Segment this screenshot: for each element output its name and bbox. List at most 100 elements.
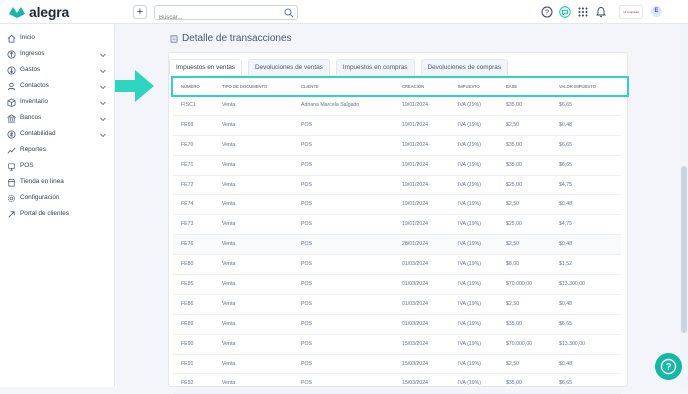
column-header[interactable]: CLIENTE: [301, 78, 319, 96]
search-input[interactable]: [155, 11, 275, 25]
sidebar-item-tienda[interactable]: Tienda en línea: [0, 176, 115, 190]
sidebar-item-label: Bancos: [20, 114, 42, 121]
cell-numero[interactable]: FE91: [181, 355, 193, 375]
cell-numero[interactable]: FE73: [181, 215, 193, 235]
column-header[interactable]: VALOR IMPUESTO: [559, 78, 596, 96]
table-row[interactable]: FISC1 Venta Adriana Marcela Salgado 19/01/2…: [173, 96, 621, 116]
cell-numero[interactable]: FISC1: [181, 96, 196, 116]
cell-numero[interactable]: FE92: [181, 374, 193, 394]
column-header[interactable]: BASE: [506, 78, 517, 96]
scrollbar-thumb[interactable]: [681, 166, 687, 333]
table-row[interactable]: FE73 Venta POS 19/01/2024 IVA (19%) $25,00 $4,…: [173, 215, 621, 236]
cell-impuesto: IVA (19%): [458, 300, 481, 307]
cell-cliente: POS: [301, 380, 312, 387]
bank-icon: [7, 114, 16, 123]
app-name: alegra: [29, 4, 70, 20]
column-header[interactable]: IMPUESTO: [458, 78, 480, 96]
cell-numero[interactable]: FE69: [181, 116, 193, 136]
page-scrollbar[interactable]: [680, 24, 688, 387]
document-icon: [170, 34, 178, 43]
cell-valor: $0,48: [559, 121, 572, 128]
tab-impuestos-ventas[interactable]: Impuestos en ventas: [169, 59, 242, 75]
table-row[interactable]: FE86 Venta POS 01/03/2024 IVA (19%) $2,50 $0,4…: [173, 295, 621, 315]
apps-grid-icon[interactable]: [577, 6, 589, 18]
cell-numero[interactable]: FE71: [181, 156, 193, 176]
bell-icon[interactable]: [595, 6, 607, 18]
table-row[interactable]: FE76 Venta POS 28/01/2024 IVA (19%) $2,50 $0,4…: [173, 235, 621, 256]
cell-valor: $0,48: [559, 201, 572, 208]
app-logo[interactable]: alegra: [8, 4, 69, 20]
table-row[interactable]: FE72 Venta POS 19/01/2024 IVA (19%) $25,00 $4,…: [173, 176, 621, 196]
cell-impuesto: IVA (19%): [458, 201, 481, 208]
sidebar-item-configuracion[interactable]: Configuración: [0, 192, 115, 206]
tab-impuestos-compras[interactable]: Impuestos en compras: [335, 59, 415, 75]
search-icon[interactable]: [284, 8, 294, 18]
table-row[interactable]: FE70 Venta POS 19/01/2024 IVA (19%) $35,00 $6,…: [173, 136, 621, 156]
cell-numero[interactable]: FE76: [181, 235, 193, 255]
alegra-logo-icon: [9, 7, 25, 18]
cell-numero[interactable]: FE70: [181, 136, 193, 156]
cell-base: $2,50: [506, 360, 519, 367]
cell-base: $25,00: [506, 181, 522, 188]
sidebar-item-label: POS: [20, 162, 34, 169]
cell-numero[interactable]: FE85: [181, 275, 193, 295]
help-circle-icon[interactable]: ?: [541, 6, 553, 18]
cell-impuesto: IVA (19%): [458, 241, 481, 248]
sidebar-item-inventario[interactable]: Inventario: [0, 96, 115, 110]
cell-numero[interactable]: FE90: [181, 335, 193, 355]
sidebar-item-contabilidad[interactable]: Contabilidad: [0, 128, 115, 142]
table-row[interactable]: FE90 Venta POS 15/03/2024 IVA (19%) $70.000,0…: [173, 335, 621, 355]
cell-numero[interactable]: FE74: [181, 195, 193, 215]
sidebar-item-pos[interactable]: POS: [0, 160, 115, 174]
cell-impuesto: IVA (19%): [458, 261, 481, 268]
cell-creacion: 15/03/2024: [402, 360, 428, 367]
column-header[interactable]: CREACIÓN: [402, 78, 424, 96]
cell-impuesto: IVA (19%): [458, 360, 481, 367]
page-title: Detalle de transacciones: [170, 33, 292, 44]
table-row[interactable]: FE92 Venta POS 15/03/2024 IVA (19%) $35,00 $6,…: [173, 374, 621, 394]
sidebar-item-contactos[interactable]: Contactos: [0, 80, 115, 94]
cell-numero[interactable]: FE89: [181, 315, 193, 335]
sidebar-item-reportes[interactable]: Reportes: [0, 144, 115, 158]
cell-impuesto: IVA (19%): [458, 380, 481, 387]
search-box: [154, 5, 298, 25]
cell-base: $70.000,00: [506, 340, 532, 347]
help-chat-button[interactable]: ?: [655, 353, 682, 380]
portal-icon: [8, 211, 15, 218]
cell-numero[interactable]: FE86: [181, 295, 193, 315]
table-row[interactable]: FE71 Venta POS 19/01/2024 IVA (19%) $35,00 $6,…: [173, 156, 621, 176]
new-item-button[interactable]: +: [133, 5, 147, 19]
cell-creacion: 15/03/2024: [402, 380, 428, 387]
sidebar-item-ingresos[interactable]: Ingresos: [0, 48, 115, 62]
cell-base: $70.000,00: [506, 281, 532, 288]
tab-devoluciones-compras[interactable]: Devoluciones de compras: [420, 59, 509, 75]
company-logo[interactable]: mi empresa: [619, 5, 643, 19]
expenses-icon: [7, 66, 16, 75]
cell-numero[interactable]: FE80: [181, 255, 193, 275]
pointer-arrow-icon: [115, 70, 154, 102]
column-header[interactable]: NÚMERO: [181, 78, 200, 96]
cell-creacion: 19/01/2024: [402, 102, 428, 108]
sidebar-item-bancos[interactable]: Bancos: [0, 112, 115, 126]
table-row[interactable]: FE69 Venta POS 19/01/2024 IVA (19%) $2,50 $0,4…: [173, 116, 621, 136]
sidebar-item-gastos[interactable]: Gastos: [0, 64, 115, 78]
table-row[interactable]: FE80 Venta POS 01/03/2024 IVA (19%) $8,00 $1,5…: [173, 255, 621, 276]
column-header[interactable]: TIPO DE DOCUMENTO: [222, 78, 267, 96]
cell-impuesto: IVA (19%): [458, 102, 481, 108]
table-row[interactable]: FE89 Venta POS 01/03/2024 IVA (19%) $35,00 $6,…: [173, 315, 621, 335]
sidebar-item-portal[interactable]: Portal de clientes: [0, 208, 115, 222]
user-avatar[interactable]: E: [651, 6, 662, 17]
cell-numero[interactable]: FE72: [181, 176, 193, 196]
table-row[interactable]: FE85 Venta POS 01/03/2024 IVA (19%) $70.000,0…: [173, 275, 621, 295]
tab-devoluciones-ventas[interactable]: Devoluciones de ventas: [247, 59, 330, 75]
cell-cliente: POS: [301, 281, 312, 288]
sidebar-item-label: Inicio: [20, 34, 35, 41]
table-row[interactable]: FE91 Venta POS 15/03/2024 IVA (19%) $2,50 $0,4…: [173, 355, 621, 375]
cell-valor: $0,48: [559, 241, 572, 248]
chevron-down-icon: [100, 101, 106, 106]
table-body: FISC1 Venta Adriana Marcela Salgado 19/01/2…: [173, 96, 621, 394]
table-row[interactable]: FE74 Venta POS 19/01/2024 IVA (19%) $2,50 $0,4…: [173, 195, 621, 216]
cell-impuesto: IVA (19%): [458, 340, 481, 347]
chat-icon[interactable]: [559, 6, 571, 18]
sidebar-item-inicio[interactable]: Inicio: [0, 32, 115, 46]
